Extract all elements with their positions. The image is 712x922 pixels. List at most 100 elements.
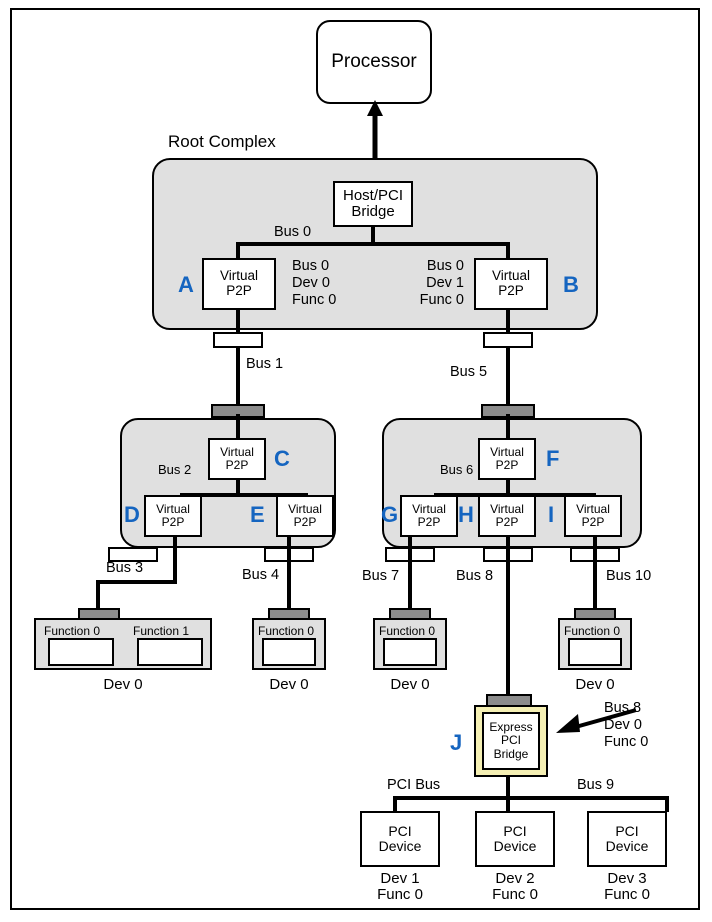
- processor-box: Processor: [316, 20, 432, 104]
- pci-device-1-box: PCI Device: [360, 811, 440, 867]
- virtual-p2p-a-line1: Virtual: [219, 268, 259, 284]
- endpoint-1-function-1-label: Function 1: [133, 624, 190, 638]
- port-b-info: Bus 0 Dev 1 Func 0: [419, 258, 464, 309]
- pci-device-3-dev-label: Dev 3: [607, 870, 647, 887]
- bus8-label: Bus 8: [456, 568, 494, 584]
- virtual-p2p-i-line2: P2P: [581, 515, 605, 529]
- bus7-label: Bus 7: [362, 568, 400, 584]
- virtual-p2p-b-line1: Virtual: [491, 268, 531, 284]
- virtual-p2p-i-box: Virtual P2P: [564, 495, 622, 537]
- virtual-p2p-a-box: Virtual P2P: [202, 258, 276, 310]
- pci-device-2-box: PCI Device: [475, 811, 555, 867]
- switch-left-upstream-stem: [236, 414, 240, 440]
- bus10-label: Bus 10: [606, 568, 652, 584]
- virtual-p2p-h-line2: P2P: [495, 515, 519, 529]
- pci-bus-label: PCI Bus: [387, 777, 441, 793]
- label-letter-j: J: [450, 730, 463, 755]
- virtual-p2p-e-box: Virtual P2P: [276, 495, 334, 537]
- bus6-label: Bus 6: [440, 462, 474, 477]
- label-letter-h: H: [458, 502, 474, 527]
- bus2-label: Bus 2: [158, 462, 192, 477]
- express-pci-bridge-box: Express PCI Bridge: [482, 712, 540, 770]
- virtual-p2p-f-line2: P2P: [495, 458, 519, 472]
- label-letter-i: I: [548, 502, 555, 527]
- bus10-line: [593, 537, 597, 612]
- endpoint-3-function-0-box: [383, 638, 437, 666]
- label-letter-e: E: [250, 502, 265, 527]
- pci-device-2-dev-label: Dev 2: [495, 870, 535, 887]
- pci-device-3-line2: Device: [605, 838, 649, 854]
- pci-device-1-func-label: Func 0: [377, 886, 423, 903]
- label-letter-a: A: [178, 272, 194, 297]
- switch-right-upstream-stem: [506, 414, 510, 440]
- label-letter-c: C: [274, 446, 290, 471]
- bus0-label: Bus 0: [274, 224, 312, 240]
- virtual-p2p-g-box: Virtual P2P: [400, 495, 458, 537]
- virtual-p2p-d-box: Virtual P2P: [144, 495, 202, 537]
- endpoint-4-dev-label: Dev 0: [575, 676, 615, 693]
- diagram-canvas: Processor Root Complex Host/PCI Bridge B…: [0, 0, 712, 922]
- host-pci-bridge-line2: Bridge: [351, 203, 395, 220]
- endpoint-4-function-0-box: [568, 638, 622, 666]
- pci-bus9-drop-3: [665, 796, 669, 812]
- virtual-p2p-e-line2: P2P: [293, 515, 317, 529]
- pci-device-3-func-label: Func 0: [604, 886, 650, 903]
- root-complex-title: Root Complex: [168, 132, 276, 151]
- bus4-line: [287, 537, 291, 612]
- bus3-seg-h: [96, 580, 177, 584]
- label-letter-d: D: [124, 502, 140, 527]
- virtual-p2p-g-line2: P2P: [417, 515, 441, 529]
- pci-bus9-drop-1: [393, 796, 397, 812]
- bus7-line: [408, 537, 412, 612]
- pci-device-3-box: PCI Device: [587, 811, 667, 867]
- pci-bus9-line: [393, 796, 669, 800]
- pci-device-3-line1: PCI: [615, 822, 639, 839]
- port-a-info: Bus 0 Dev 0 Func 0: [292, 258, 337, 309]
- endpoint-2-function-0-box: [262, 638, 316, 666]
- label-letter-f: F: [546, 446, 560, 471]
- virtual-p2p-d-line2: P2P: [161, 515, 185, 529]
- endpoint-3-dev-label: Dev 0: [390, 676, 430, 693]
- pci-bus9-drop-2: [506, 796, 510, 812]
- bus5-label: Bus 5: [450, 364, 488, 380]
- bus8-line: [506, 537, 510, 699]
- express-pci-bridge-line3: Bridge: [493, 746, 529, 761]
- label-letter-b: B: [563, 272, 579, 297]
- virtual-p2p-c-line2: P2P: [225, 458, 249, 472]
- bus3-seg-v1: [173, 537, 177, 583]
- endpoint-1-function-0-label: Function 0: [44, 624, 101, 638]
- bus1-link: [236, 310, 240, 414]
- pci-device-1-line2: Device: [378, 838, 422, 854]
- endpoint-2-function-0-label: Function 0: [258, 624, 315, 638]
- express-pci-bridge-line1: Express: [489, 719, 533, 734]
- rc-port-a-connector: [213, 332, 263, 348]
- virtual-p2p-f-box: Virtual P2P: [478, 438, 536, 480]
- pci-device-2-line1: PCI: [503, 822, 527, 839]
- bus5-link: [506, 310, 510, 414]
- host-pci-bridge-line1: Host/PCI: [342, 186, 403, 204]
- bus3-label: Bus 3: [106, 560, 144, 576]
- rc-port-b-connector: [483, 332, 533, 348]
- virtual-p2p-h-box: Virtual P2P: [478, 495, 536, 537]
- pci-device-2-func-label: Func 0: [492, 886, 538, 903]
- pci-device-2-line2: Device: [493, 838, 537, 854]
- endpoint-2-dev-label: Dev 0: [269, 676, 309, 693]
- label-letter-g: G: [381, 502, 399, 527]
- bus0-line: [236, 242, 510, 246]
- bus9-label: Bus 9: [577, 777, 615, 793]
- virtual-p2p-b-box: Virtual P2P: [474, 258, 548, 310]
- endpoint-4-function-0-label: Function 0: [564, 624, 621, 638]
- endpoint-1-function-1-box: [137, 638, 203, 666]
- express-pci-bridge-line2: PCI: [500, 733, 521, 748]
- pci-device-1-line1: PCI: [388, 822, 412, 839]
- bus1-label: Bus 1: [246, 356, 284, 372]
- endpoint-3-function-0-label: Function 0: [379, 624, 436, 638]
- virtual-p2p-b-line2: P2P: [498, 283, 524, 298]
- host-pci-bridge-box: Host/PCI Bridge: [333, 181, 413, 227]
- endpoint-1-function-0-box: [48, 638, 114, 666]
- virtual-p2p-c-box: Virtual P2P: [208, 438, 266, 480]
- bus4-label: Bus 4: [242, 567, 280, 583]
- pci-device-1-dev-label: Dev 1: [380, 870, 420, 887]
- endpoint-1-dev-label: Dev 0: [103, 676, 143, 693]
- bridge-annotation-text: Bus 8 Dev 0 Func 0: [604, 700, 649, 751]
